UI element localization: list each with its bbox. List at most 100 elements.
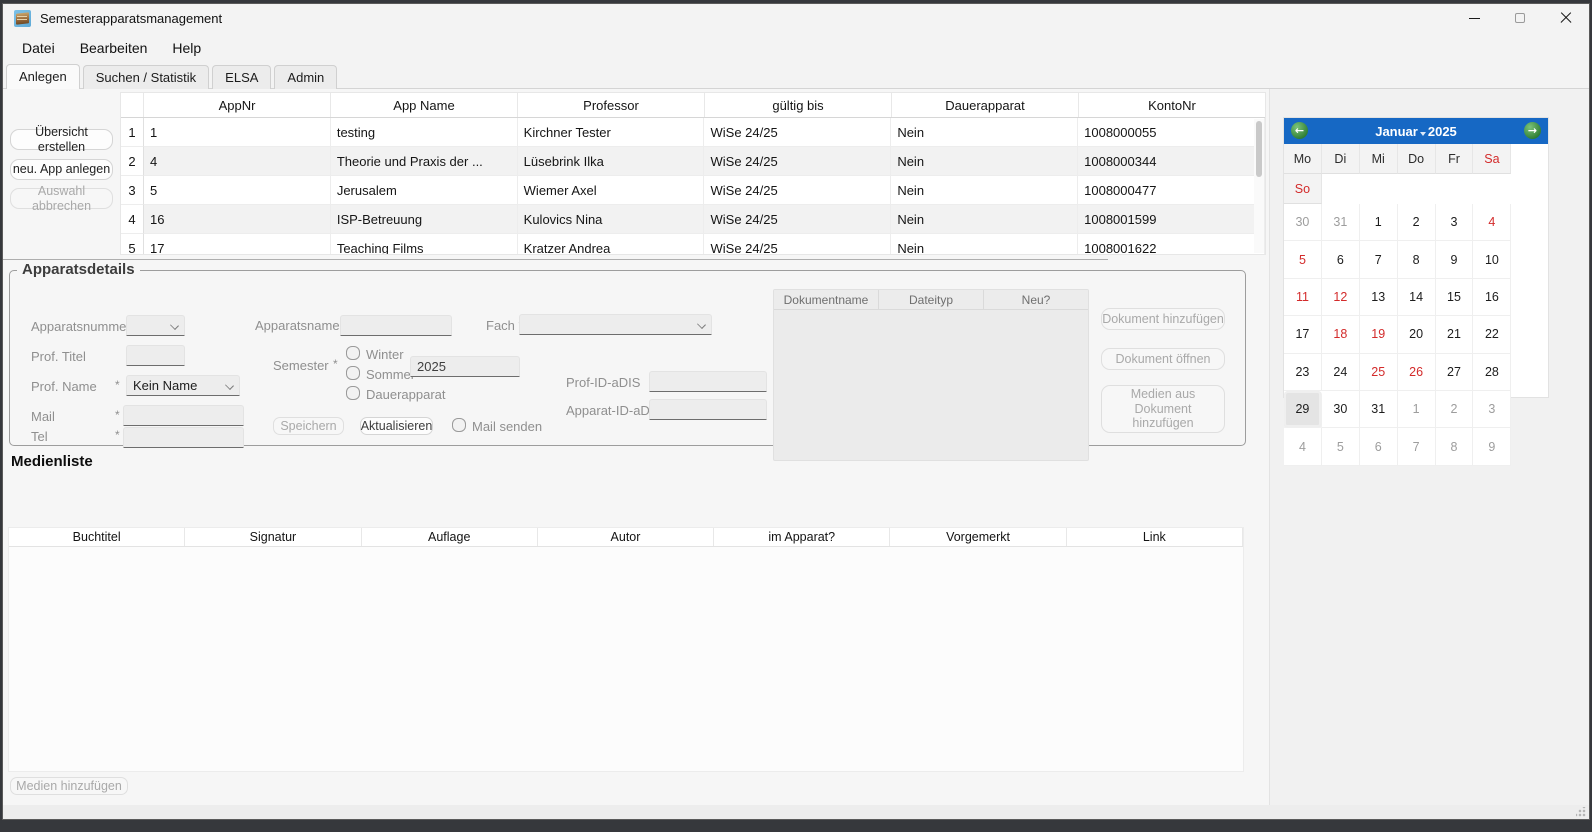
calendar-next-month-button[interactable]: → [1524, 122, 1541, 139]
col-dauerapparat[interactable]: Dauerapparat [892, 93, 1079, 117]
tab-admin[interactable]: Admin [274, 65, 337, 89]
calendar-day[interactable]: 22 [1473, 316, 1511, 353]
table-scrollbar-thumb[interactable] [1256, 121, 1262, 177]
table-cell: WiSe 24/25 [704, 176, 891, 205]
media-column-header[interactable]: Buchtitel [9, 528, 185, 546]
neue-app-anlegen-button[interactable]: neu. App anlegen [10, 159, 113, 180]
calendar-prev-month-button[interactable]: ← [1291, 122, 1308, 139]
mail-field[interactable] [123, 405, 244, 426]
calendar-day[interactable]: 13 [1360, 279, 1398, 316]
semester-year-field[interactable]: 2025 [410, 356, 520, 377]
calendar-year[interactable]: 2025 [1428, 124, 1457, 139]
calendar-day[interactable]: 5 [1284, 241, 1322, 278]
media-column-header[interactable]: Vorgemerkt [890, 528, 1066, 546]
prof-name-combobox[interactable]: Kein Name [126, 375, 240, 396]
tab-suchen-statistik[interactable]: Suchen / Statistik [83, 65, 209, 89]
calendar-day[interactable]: 18 [1322, 316, 1360, 353]
table-cell: Nein [891, 234, 1078, 255]
calendar-month[interactable]: Januar [1375, 124, 1418, 139]
fach-combobox[interactable] [519, 314, 712, 335]
table-row[interactable]: 35JerusalemWiemer AxelWiSe 24/25Nein1008… [121, 176, 1265, 205]
calendar-day[interactable]: 23 [1284, 354, 1322, 391]
col-professor[interactable]: Professor [518, 93, 705, 117]
calendar-day[interactable]: 21 [1436, 316, 1474, 353]
calendar-day[interactable]: 26 [1398, 354, 1436, 391]
calendar-day[interactable]: 12 [1322, 279, 1360, 316]
row-number-header [121, 93, 144, 117]
calendar-day[interactable]: 20 [1398, 316, 1436, 353]
tab-elsa[interactable]: ELSA [212, 65, 271, 89]
calendar-day[interactable]: 2 [1436, 391, 1474, 428]
calendar-day[interactable]: 6 [1360, 428, 1398, 465]
dauerapparat-radio[interactable] [346, 386, 360, 400]
calendar-day[interactable]: 27 [1436, 354, 1474, 391]
calendar-day[interactable]: 29 [1284, 391, 1322, 428]
minimize-button[interactable] [1451, 4, 1497, 32]
apparate-table[interactable]: AppNr App Name Professor gültig bis Daue… [120, 92, 1266, 255]
table-row[interactable]: 416ISP-BetreuungKulovics NinaWiSe 24/25N… [121, 205, 1265, 234]
close-button[interactable] [1543, 4, 1589, 32]
calendar-day[interactable]: 28 [1473, 354, 1511, 391]
calendar-day[interactable]: 4 [1284, 428, 1322, 465]
calendar-day[interactable]: 10 [1473, 241, 1511, 278]
apparatsname-field[interactable] [340, 315, 452, 336]
mail-senden-radio[interactable] [452, 418, 466, 432]
calendar-day[interactable]: 25 [1360, 354, 1398, 391]
calendar-day[interactable]: 14 [1398, 279, 1436, 316]
calendar-day[interactable]: 24 [1322, 354, 1360, 391]
winter-radio[interactable] [346, 346, 360, 360]
aktualisieren-button[interactable]: Aktualisieren [360, 417, 433, 435]
calendar-day[interactable]: 30 [1284, 204, 1322, 241]
calendar-day[interactable]: 2 [1398, 204, 1436, 241]
col-app-name[interactable]: App Name [331, 93, 518, 117]
apparatsnummer-combobox[interactable] [126, 315, 185, 336]
calendar-day[interactable]: 16 [1473, 279, 1511, 316]
uebersicht-erstellen-button[interactable]: Übersicht erstellen [10, 129, 113, 150]
table-cell: testing [331, 118, 518, 147]
menu-help[interactable]: Help [162, 36, 211, 60]
table-row[interactable]: 24Theorie und Praxis der ...Lüsebrink Il… [121, 147, 1265, 176]
media-column-header[interactable]: Autor [538, 528, 714, 546]
col-kontonr[interactable]: KontoNr [1079, 93, 1265, 117]
calendar-day[interactable]: 4 [1473, 204, 1511, 241]
prof-titel-field[interactable] [126, 345, 185, 366]
calendar-day[interactable]: 30 [1322, 391, 1360, 428]
calendar-day[interactable]: 19 [1360, 316, 1398, 353]
calendar-day[interactable]: 8 [1398, 241, 1436, 278]
calendar-day[interactable]: 17 [1284, 316, 1322, 353]
calendar-day[interactable]: 7 [1398, 428, 1436, 465]
media-column-header[interactable]: Link [1067, 528, 1243, 546]
calendar-day[interactable]: 1 [1360, 204, 1398, 241]
col-appnr[interactable]: AppNr [144, 93, 331, 117]
maximize-button[interactable] [1497, 4, 1543, 32]
tab-anlegen[interactable]: Anlegen [6, 64, 80, 89]
calendar-day[interactable]: 1 [1398, 391, 1436, 428]
table-row[interactable]: 11testingKirchner TesterWiSe 24/25Nein10… [121, 118, 1265, 147]
media-column-header[interactable]: im Apparat? [714, 528, 890, 546]
menu-bearbeiten[interactable]: Bearbeiten [70, 36, 158, 60]
calendar-day[interactable]: 5 [1322, 428, 1360, 465]
resize-grip-icon[interactable] [1576, 807, 1586, 817]
media-column-header[interactable]: Signatur [185, 528, 361, 546]
calendar-day[interactable]: 8 [1436, 428, 1474, 465]
media-column-header[interactable]: Auflage [362, 528, 538, 546]
calendar-day[interactable]: 3 [1473, 391, 1511, 428]
calendar-day[interactable]: 9 [1473, 428, 1511, 465]
sommer-radio[interactable] [346, 366, 360, 380]
apparat-id-adis-field[interactable] [649, 399, 767, 420]
calendar-day[interactable]: 7 [1360, 241, 1398, 278]
col-gueltig-bis[interactable]: gültig bis [705, 93, 892, 117]
calendar-day[interactable]: 9 [1436, 241, 1474, 278]
calendar-day[interactable]: 6 [1322, 241, 1360, 278]
table-scrollbar[interactable] [1254, 119, 1264, 253]
splitter-handle[interactable] [3, 259, 1108, 260]
tel-field[interactable] [123, 427, 244, 448]
calendar-day[interactable]: 3 [1436, 204, 1474, 241]
menu-datei[interactable]: Datei [12, 36, 65, 60]
calendar-day[interactable]: 31 [1322, 204, 1360, 241]
table-row[interactable]: 517Teaching FilmsKratzer AndreaWiSe 24/2… [121, 234, 1265, 255]
calendar-day[interactable]: 31 [1360, 391, 1398, 428]
prof-id-adis-field[interactable] [649, 371, 767, 392]
calendar-day[interactable]: 11 [1284, 279, 1322, 316]
calendar-day[interactable]: 15 [1436, 279, 1474, 316]
